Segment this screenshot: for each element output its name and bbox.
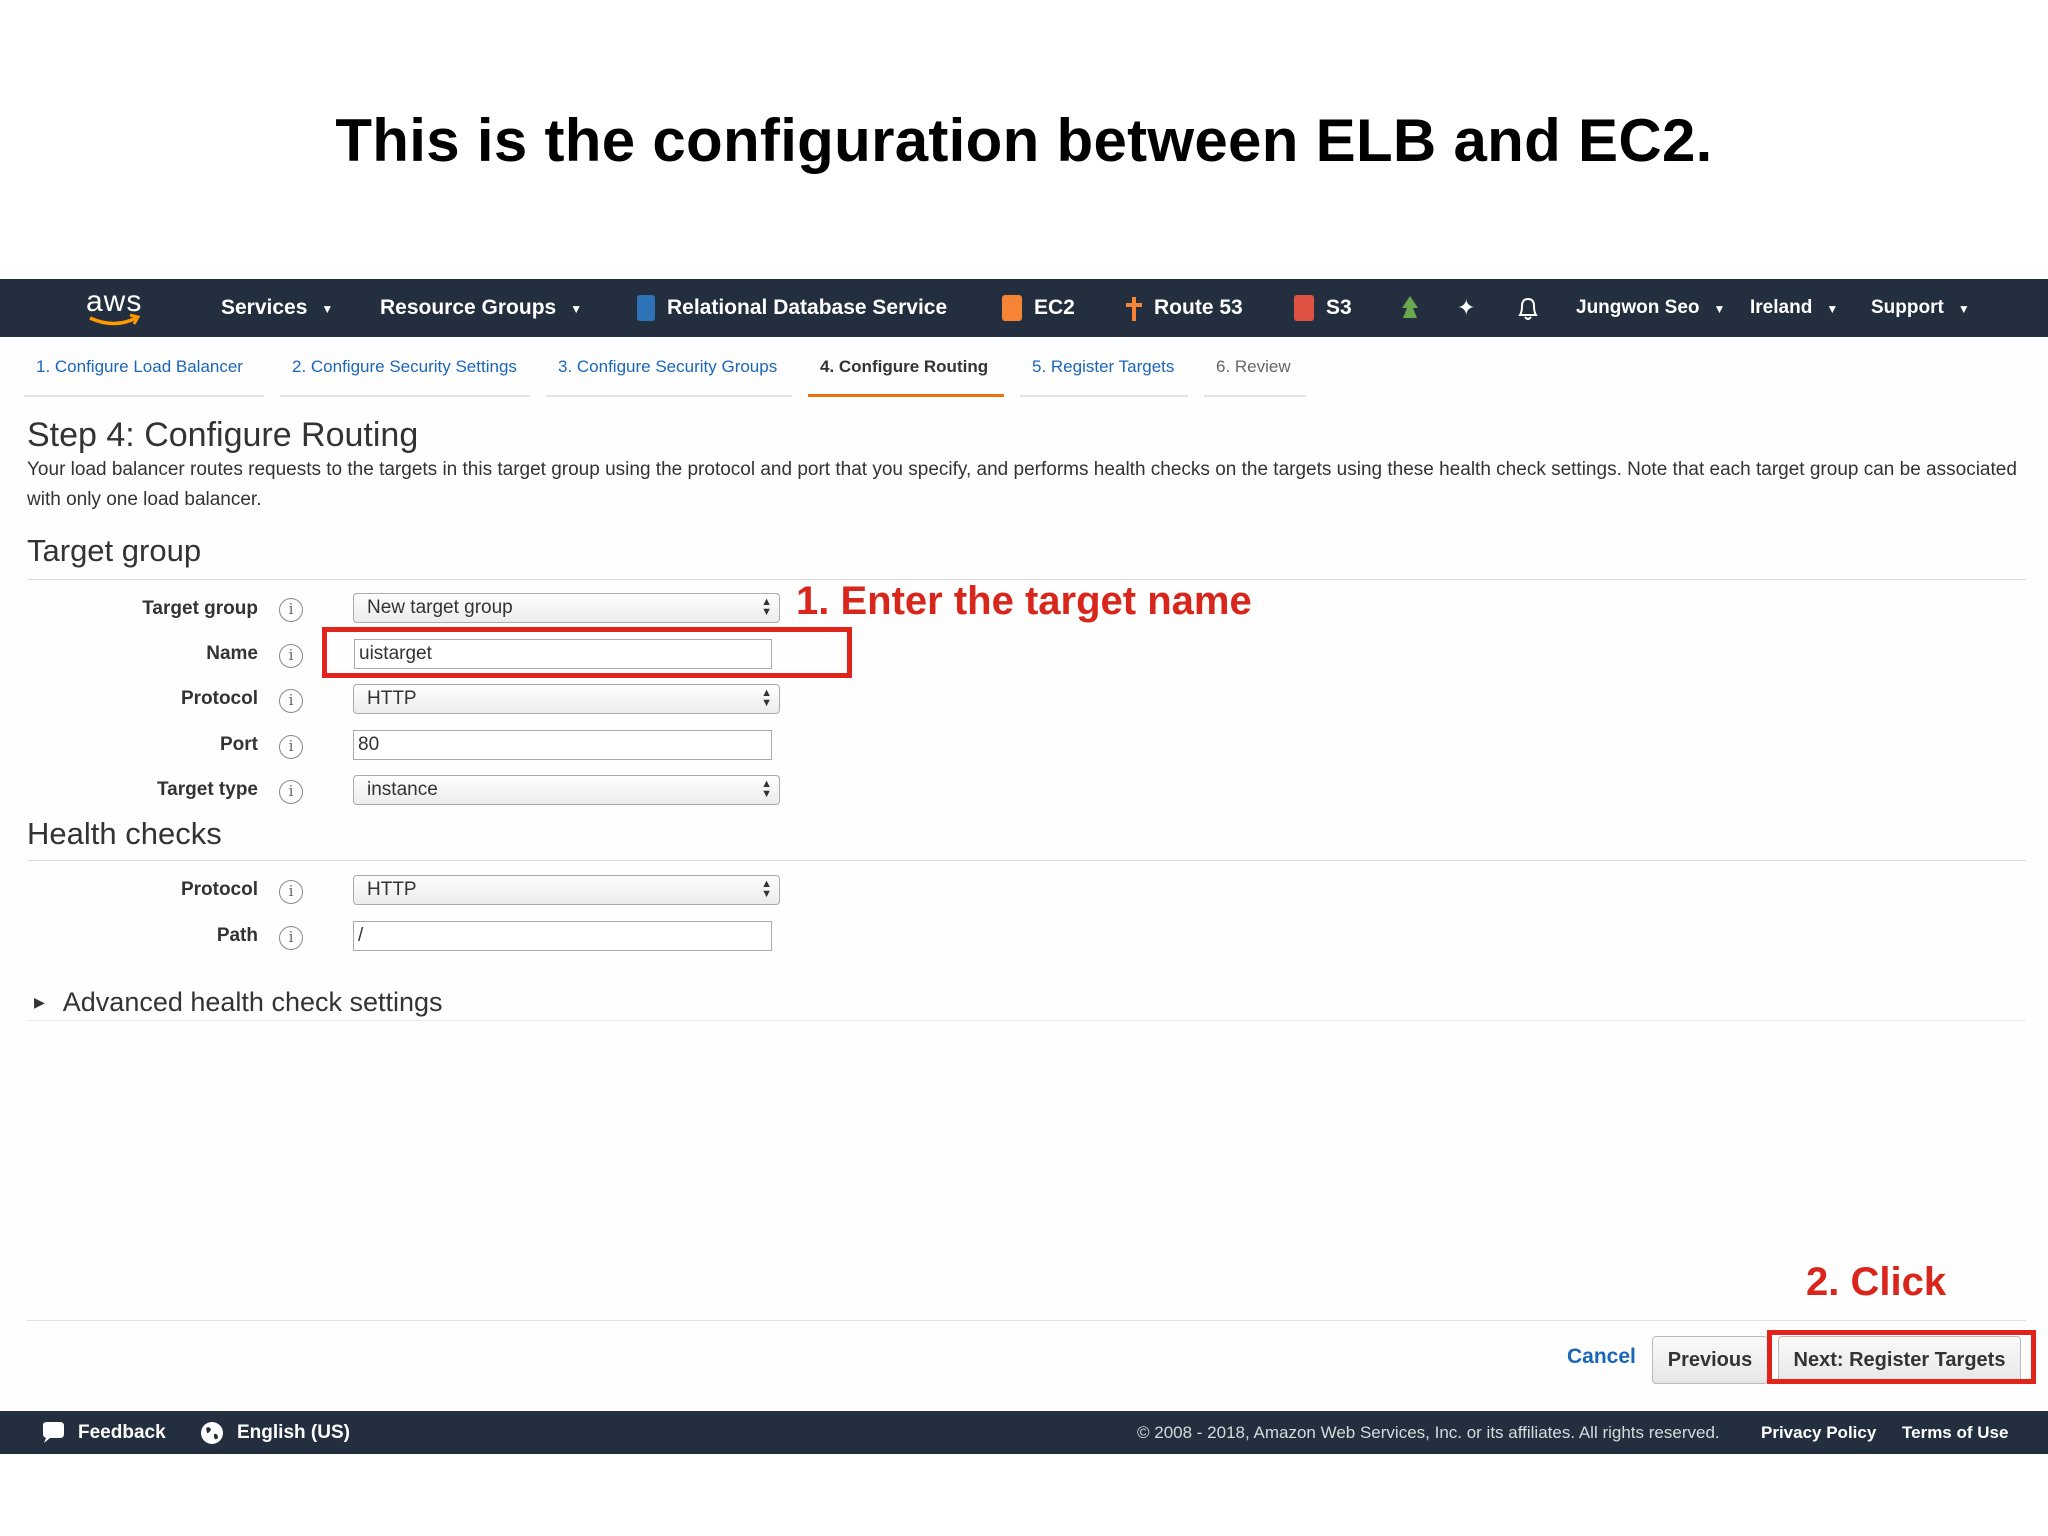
annotation-highlight-name — [322, 627, 852, 678]
annotation-enter-target-name: 1. Enter the target name — [796, 579, 1252, 623]
divider — [27, 1320, 2026, 1321]
privacy-policy-link[interactable]: Privacy Policy — [1761, 1411, 1876, 1454]
shortcut-beanstalk[interactable] — [1398, 279, 1422, 337]
select-arrows-icon: ▲ ▼ — [761, 878, 772, 900]
select-arrows-icon: ▲ ▼ — [761, 778, 772, 800]
speech-bubble-icon — [43, 1421, 64, 1443]
rds-icon — [637, 295, 655, 321]
wizard-steps: 1. Configure Load Balancer 2. Configure … — [24, 357, 1322, 397]
chevron-down-icon: ▼ — [321, 302, 334, 316]
route53-icon — [1122, 295, 1142, 321]
select-arrows-icon: ▲ ▼ — [761, 687, 772, 709]
info-icon[interactable]: i — [279, 689, 303, 713]
shortcut-route53[interactable]: Route 53 — [1122, 279, 1243, 337]
ec2-icon — [1002, 295, 1022, 321]
select-arrows-icon: ▲ ▼ — [761, 596, 772, 618]
shortcut-ec2[interactable]: EC2 — [1002, 279, 1075, 337]
shortcut-rds[interactable]: Relational Database Service — [637, 279, 947, 337]
cancel-button[interactable]: Cancel — [1567, 1345, 1636, 1369]
advanced-health-check-toggle[interactable]: ▶ Advanced health check settings — [34, 987, 443, 1018]
top-navigation-bar: aws Services ▼ Resource Groups ▼ Relatio… — [0, 279, 2048, 337]
divider — [27, 860, 2026, 861]
name-label: Name — [206, 643, 258, 664]
chevron-down-icon: ▼ — [1826, 302, 1839, 316]
aws-logo[interactable]: aws — [84, 285, 148, 329]
target-type-select[interactable]: instance ▲ ▼ — [353, 775, 780, 805]
previous-button[interactable]: Previous — [1652, 1336, 1768, 1384]
terms-of-use-link[interactable]: Terms of Use — [1902, 1411, 2008, 1454]
tab-configure-security-groups[interactable]: 3. Configure Security Groups — [546, 357, 792, 397]
protocol-label: Protocol — [180, 688, 258, 709]
target-group-label: Target group — [142, 598, 258, 619]
console-footer: Feedback English (US) © 2008 - 2018, Ama… — [0, 1411, 2048, 1454]
tab-review: 6. Review — [1204, 357, 1306, 397]
notifications-bell-icon[interactable] — [1515, 279, 1541, 337]
tab-configure-routing[interactable]: 4. Configure Routing — [808, 357, 1004, 397]
info-icon[interactable]: i — [279, 880, 303, 904]
slide-title: This is the configuration between ELB an… — [335, 107, 1713, 174]
feedback-link[interactable]: Feedback — [40, 1411, 166, 1454]
pin-icon[interactable]: ✦ — [1457, 279, 1475, 337]
step-description: Your load balancer routes requests to th… — [27, 459, 2017, 510]
chevron-down-icon: ▼ — [570, 302, 583, 316]
annotation-click: 2. Click — [1806, 1260, 1947, 1304]
info-icon[interactable]: i — [279, 735, 303, 759]
page-title: Step 4: Configure Routing — [27, 416, 419, 454]
health-protocol-select[interactable]: HTTP ▲ ▼ — [353, 875, 780, 905]
port-label: Port — [220, 734, 258, 755]
language-selector[interactable]: English (US) — [199, 1411, 350, 1454]
elastic-beanstalk-icon — [1402, 296, 1418, 318]
s3-icon — [1294, 295, 1314, 321]
copyright-text: © 2008 - 2018, Amazon Web Services, Inc.… — [1137, 1422, 1720, 1442]
target-group-select[interactable]: New target group ▲ ▼ — [353, 593, 780, 623]
caret-right-icon: ▶ — [34, 994, 45, 1010]
aws-smile-icon — [89, 313, 141, 326]
target-type-label: Target type — [156, 779, 258, 800]
tab-register-targets[interactable]: 5. Register Targets — [1020, 357, 1188, 397]
chevron-down-icon: ▼ — [1957, 302, 1970, 316]
aws-console: aws Services ▼ Resource Groups ▼ Relatio… — [0, 279, 2048, 1454]
globe-icon — [201, 1421, 223, 1444]
info-icon[interactable]: i — [279, 780, 303, 804]
info-icon[interactable]: i — [279, 644, 303, 668]
health-path-input[interactable]: / — [353, 921, 772, 951]
shortcut-s3[interactable]: S3 — [1294, 279, 1352, 337]
path-label: Path — [216, 925, 258, 946]
protocol-select[interactable]: HTTP ▲ ▼ — [353, 684, 780, 714]
annotation-highlight-next — [1767, 1330, 2036, 1384]
tab-configure-load-balancer[interactable]: 1. Configure Load Balancer — [24, 357, 264, 397]
chevron-down-icon: ▼ — [1713, 302, 1726, 316]
services-menu[interactable]: Services ▼ — [221, 279, 333, 337]
info-icon[interactable]: i — [279, 598, 303, 622]
account-menu[interactable]: Jungwon Seo ▼ — [1576, 279, 1725, 337]
target-group-heading: Target group — [27, 533, 202, 568]
health-checks-heading: Health checks — [27, 816, 222, 851]
health-protocol-label: Protocol — [180, 879, 258, 900]
resource-groups-menu[interactable]: Resource Groups ▼ — [380, 279, 582, 337]
info-icon[interactable]: i — [279, 926, 303, 950]
region-menu[interactable]: Ireland ▼ — [1750, 279, 1838, 337]
support-menu[interactable]: Support ▼ — [1871, 279, 1970, 337]
divider — [27, 1020, 2026, 1021]
port-input[interactable]: 80 — [353, 730, 772, 760]
tab-configure-security-settings[interactable]: 2. Configure Security Settings — [280, 357, 530, 397]
